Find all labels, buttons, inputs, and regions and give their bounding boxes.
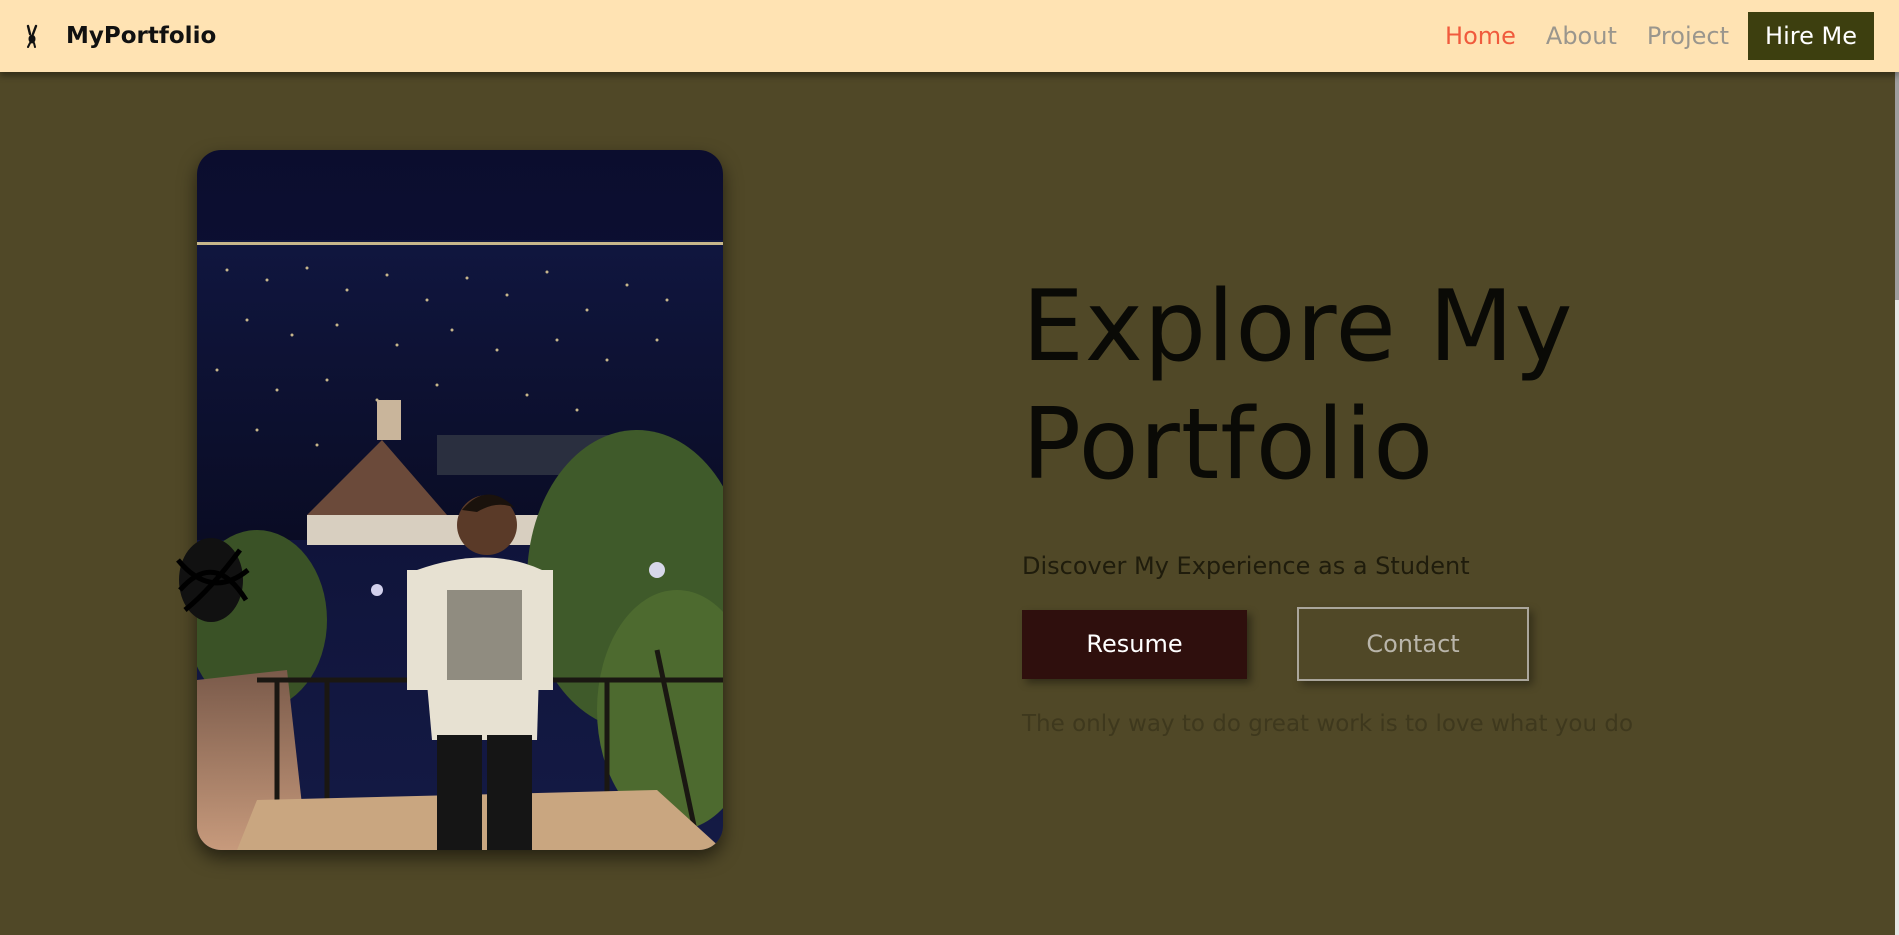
scrollbar[interactable] xyxy=(1895,0,1899,935)
contact-button[interactable]: Contact xyxy=(1297,607,1529,681)
page: MyPortfolio Home About Project Hire Me E… xyxy=(0,0,1899,935)
navbar: MyPortfolio Home About Project Hire Me xyxy=(0,0,1899,72)
profile-photo xyxy=(197,150,723,850)
hero-title: Explore My Portfolio xyxy=(1022,270,1574,502)
nav-links: Home About Project xyxy=(1445,18,1729,54)
quote-text: The only way to do great work is to love… xyxy=(1022,711,1634,737)
nav-link-project[interactable]: Project xyxy=(1647,18,1729,54)
bunny-logo-icon[interactable] xyxy=(22,24,42,48)
brand-name[interactable]: MyPortfolio xyxy=(66,20,216,52)
resume-button[interactable]: Resume xyxy=(1022,610,1247,679)
hero-subtitle: Discover My Experience as a Student xyxy=(1022,552,1470,580)
nav-link-home[interactable]: Home xyxy=(1445,18,1516,54)
scribble-overlay-icon xyxy=(170,530,252,630)
nav-link-about[interactable]: About xyxy=(1546,18,1617,54)
hire-me-button[interactable]: Hire Me xyxy=(1748,12,1874,60)
